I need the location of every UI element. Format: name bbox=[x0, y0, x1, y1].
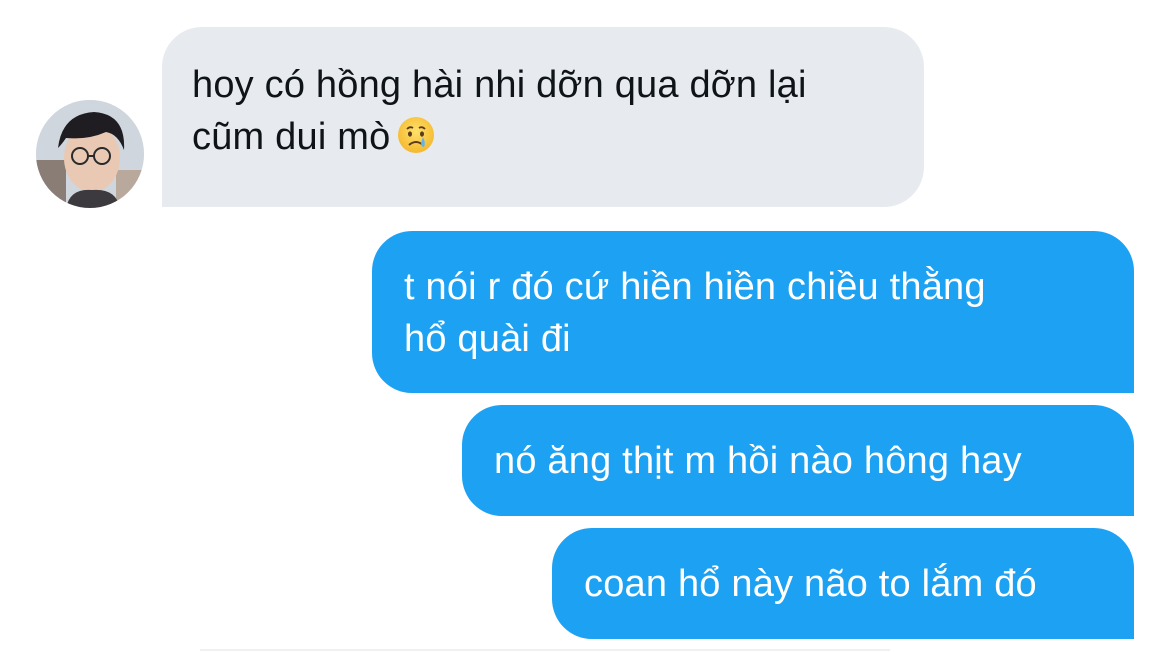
message-text-line: hoy có hồng hài nhi dỡn qua dỡn lại bbox=[192, 64, 807, 106]
avatar-photo bbox=[36, 100, 144, 208]
outgoing-message-bubble[interactable]: coan hổ này não to lắm đó bbox=[552, 528, 1134, 639]
outgoing-message-bubble[interactable]: nó ăng thịt m hồi nào hông hay bbox=[462, 405, 1134, 516]
message-text-line: nó ăng thịt m hồi nào hông hay bbox=[494, 439, 1022, 482]
message-text-line: cũm dui mò bbox=[192, 111, 894, 169]
divider bbox=[200, 649, 890, 651]
incoming-message-bubble[interactable]: hoy có hồng hài nhi dỡn qua dỡn lại cũm … bbox=[162, 27, 924, 207]
message-text-line: hổ quài đi bbox=[404, 318, 571, 360]
message-text-line: t nói r đó cứ hiền hiền chiều thằng bbox=[404, 266, 986, 308]
message-text: cũm dui mò bbox=[192, 116, 391, 158]
message-thread: hoy có hồng hài nhi dỡn qua dỡn lại cũm … bbox=[0, 0, 1170, 652]
outgoing-message-bubble[interactable]: t nói r đó cứ hiền hiền chiều thằng hổ q… bbox=[372, 231, 1134, 393]
message-text-line: coan hổ này não to lắm đó bbox=[584, 562, 1037, 605]
sender-avatar[interactable] bbox=[36, 100, 144, 208]
crying-face-emoji-icon bbox=[396, 115, 436, 169]
